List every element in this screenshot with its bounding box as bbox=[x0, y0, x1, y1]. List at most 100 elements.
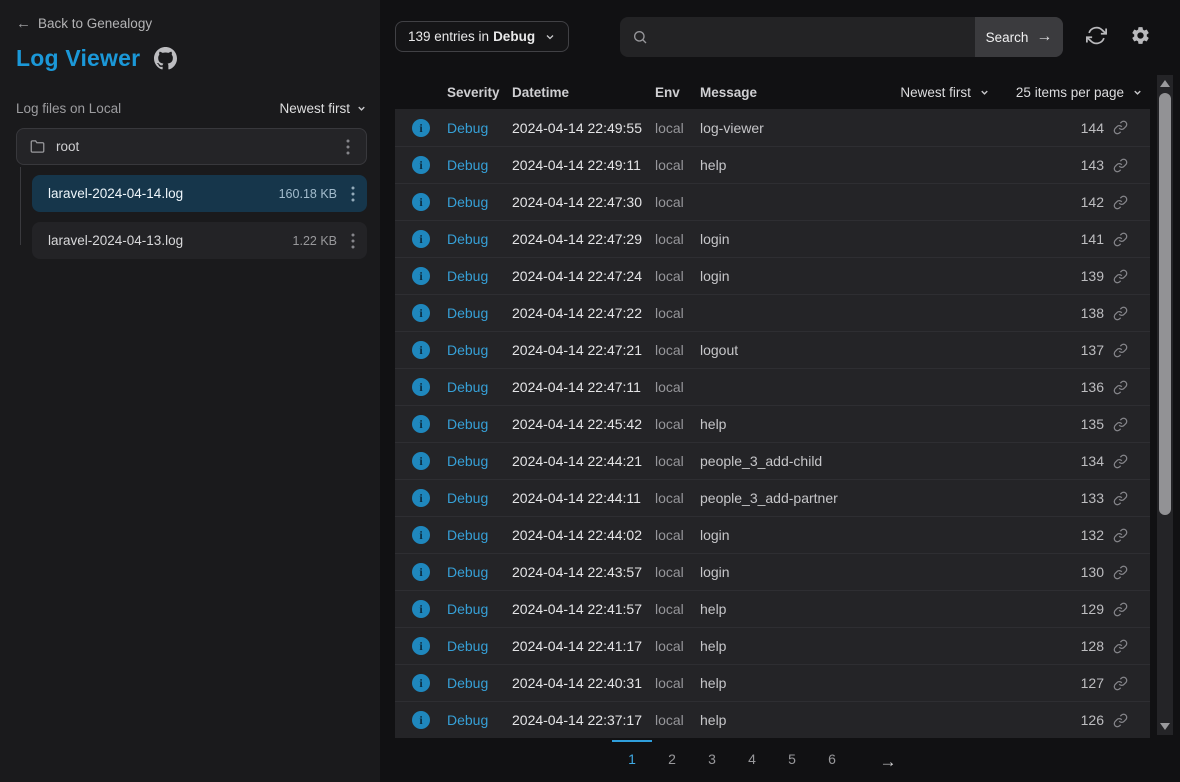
datetime-cell: 2024-04-14 22:40:31 bbox=[512, 675, 655, 691]
file-item[interactable]: laravel-2024-04-14.log160.18 KB bbox=[32, 175, 367, 212]
link-icon[interactable] bbox=[1104, 713, 1150, 728]
table-row[interactable]: Debug2024-04-14 22:47:30local142 bbox=[395, 183, 1150, 220]
message-cell: help bbox=[700, 638, 1081, 654]
page-button-2[interactable]: 2 bbox=[652, 740, 692, 777]
next-page-button[interactable]: → bbox=[858, 740, 918, 777]
severity-link[interactable]: Debug bbox=[447, 712, 512, 728]
link-icon[interactable] bbox=[1104, 602, 1150, 617]
env-cell: local bbox=[655, 564, 700, 580]
sidebar-sort-label: Newest first bbox=[279, 101, 350, 116]
entry-index: 136 bbox=[1081, 379, 1104, 395]
page-button-5[interactable]: 5 bbox=[772, 740, 812, 777]
kebab-menu-icon[interactable] bbox=[342, 137, 354, 157]
page-button-4[interactable]: 4 bbox=[732, 740, 772, 777]
table-row[interactable]: Debug2024-04-14 22:44:11localpeople_3_ad… bbox=[395, 479, 1150, 516]
kebab-menu-icon[interactable] bbox=[347, 184, 359, 204]
link-icon[interactable] bbox=[1104, 306, 1150, 321]
table-row[interactable]: Debug2024-04-14 22:47:11local136 bbox=[395, 368, 1150, 405]
page-button-6[interactable]: 6 bbox=[812, 740, 852, 777]
severity-link[interactable]: Debug bbox=[447, 527, 512, 543]
datetime-cell: 2024-04-14 22:44:11 bbox=[512, 490, 655, 506]
severity-link[interactable]: Debug bbox=[447, 231, 512, 247]
back-link[interactable]: ← Back to Genealogy bbox=[16, 15, 367, 32]
table-row[interactable]: Debug2024-04-14 22:49:55locallog-viewer1… bbox=[395, 109, 1150, 146]
per-page-label: 25 items per page bbox=[1016, 85, 1124, 100]
table-row[interactable]: Debug2024-04-14 22:47:21locallogout137 bbox=[395, 331, 1150, 368]
link-icon[interactable] bbox=[1104, 454, 1150, 469]
table-row[interactable]: Debug2024-04-14 22:40:31localhelp127 bbox=[395, 664, 1150, 701]
link-icon[interactable] bbox=[1104, 195, 1150, 210]
table-row[interactable]: Debug2024-04-14 22:47:29locallogin141 bbox=[395, 220, 1150, 257]
table-row[interactable]: Debug2024-04-14 22:47:22local138 bbox=[395, 294, 1150, 331]
link-icon[interactable] bbox=[1104, 491, 1150, 506]
link-icon[interactable] bbox=[1104, 120, 1150, 135]
link-icon[interactable] bbox=[1104, 565, 1150, 580]
table-row[interactable]: Debug2024-04-14 22:37:17localhelp126 bbox=[395, 701, 1150, 738]
table-row[interactable]: Debug2024-04-14 22:44:02locallogin132 bbox=[395, 516, 1150, 553]
page-title: Log Viewer bbox=[16, 45, 140, 72]
severity-link[interactable]: Debug bbox=[447, 194, 512, 210]
link-icon[interactable] bbox=[1104, 343, 1150, 358]
scrollbar[interactable] bbox=[1157, 75, 1173, 735]
link-icon[interactable] bbox=[1104, 269, 1150, 284]
severity-link[interactable]: Debug bbox=[447, 675, 512, 691]
table-row[interactable]: Debug2024-04-14 22:41:17localhelp128 bbox=[395, 627, 1150, 664]
refresh-icon bbox=[1086, 25, 1107, 46]
severity-link[interactable]: Debug bbox=[447, 638, 512, 654]
search-input[interactable] bbox=[657, 17, 963, 57]
severity-link[interactable]: Debug bbox=[447, 157, 512, 173]
severity-link[interactable]: Debug bbox=[447, 416, 512, 432]
file-item[interactable]: laravel-2024-04-13.log1.22 KB bbox=[32, 222, 367, 259]
table-row[interactable]: Debug2024-04-14 22:41:57localhelp129 bbox=[395, 590, 1150, 627]
settings-button[interactable] bbox=[1130, 25, 1151, 46]
table-sort-dropdown[interactable]: Newest first bbox=[900, 85, 990, 100]
env-cell: local bbox=[655, 416, 700, 432]
severity-link[interactable]: Debug bbox=[447, 268, 512, 284]
entry-index: 142 bbox=[1081, 194, 1104, 210]
sidebar: ← Back to Genealogy Log Viewer Log files… bbox=[0, 0, 380, 782]
page-button-1[interactable]: 1 bbox=[612, 740, 652, 777]
severity-link[interactable]: Debug bbox=[447, 453, 512, 469]
pagination: 123456→ bbox=[380, 740, 1150, 777]
severity-link[interactable]: Debug bbox=[447, 490, 512, 506]
link-icon[interactable] bbox=[1104, 528, 1150, 543]
sidebar-sort-dropdown[interactable]: Newest first bbox=[279, 101, 367, 116]
github-icon[interactable] bbox=[154, 47, 177, 70]
table-row[interactable]: Debug2024-04-14 22:49:11localhelp143 bbox=[395, 146, 1150, 183]
severity-link[interactable]: Debug bbox=[447, 564, 512, 580]
info-icon bbox=[412, 637, 430, 655]
scrollbar-down-arrow[interactable] bbox=[1160, 723, 1170, 730]
severity-link[interactable]: Debug bbox=[447, 305, 512, 321]
link-icon[interactable] bbox=[1104, 639, 1150, 654]
table-row[interactable]: Debug2024-04-14 22:45:42localhelp135 bbox=[395, 405, 1150, 442]
table-body: Debug2024-04-14 22:49:55locallog-viewer1… bbox=[395, 109, 1150, 738]
datetime-cell: 2024-04-14 22:49:55 bbox=[512, 120, 655, 136]
kebab-menu-icon[interactable] bbox=[347, 231, 359, 251]
folder-item-root[interactable]: root bbox=[16, 128, 367, 165]
link-icon[interactable] bbox=[1104, 417, 1150, 432]
refresh-button[interactable] bbox=[1086, 25, 1107, 46]
link-icon[interactable] bbox=[1104, 232, 1150, 247]
column-severity: Severity bbox=[447, 85, 512, 100]
link-icon[interactable] bbox=[1104, 158, 1150, 173]
table-row[interactable]: Debug2024-04-14 22:44:21localpeople_3_ad… bbox=[395, 442, 1150, 479]
link-icon[interactable] bbox=[1104, 380, 1150, 395]
chevron-down-icon bbox=[356, 103, 367, 114]
severity-link[interactable]: Debug bbox=[447, 120, 512, 136]
table-row[interactable]: Debug2024-04-14 22:43:57locallogin130 bbox=[395, 553, 1150, 590]
search-button[interactable]: Search → bbox=[975, 17, 1063, 57]
severity-link[interactable]: Debug bbox=[447, 601, 512, 617]
entry-index: 138 bbox=[1081, 305, 1104, 321]
info-icon bbox=[412, 304, 430, 322]
datetime-cell: 2024-04-14 22:47:22 bbox=[512, 305, 655, 321]
link-icon[interactable] bbox=[1104, 676, 1150, 691]
entries-filter-dropdown[interactable]: 139 entries inDebug bbox=[395, 21, 569, 52]
datetime-cell: 2024-04-14 22:41:57 bbox=[512, 601, 655, 617]
table-row[interactable]: Debug2024-04-14 22:47:24locallogin139 bbox=[395, 257, 1150, 294]
scrollbar-up-arrow[interactable] bbox=[1160, 80, 1170, 87]
per-page-dropdown[interactable]: 25 items per page bbox=[1016, 85, 1143, 100]
scrollbar-thumb[interactable] bbox=[1159, 93, 1171, 515]
severity-link[interactable]: Debug bbox=[447, 342, 512, 358]
severity-link[interactable]: Debug bbox=[447, 379, 512, 395]
page-button-3[interactable]: 3 bbox=[692, 740, 732, 777]
